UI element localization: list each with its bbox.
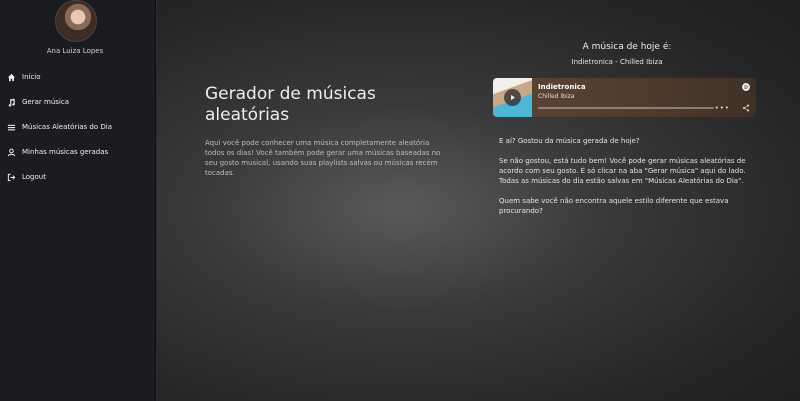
spotify-player[interactable]: Indietronica Chilled Ibiza ••• xyxy=(493,78,756,117)
sidebar-item-minhas-musicas[interactable]: Minhas músicas geradas xyxy=(0,145,156,159)
more-options-icon[interactable]: ••• xyxy=(715,104,730,112)
today-label: A música de hoje é: xyxy=(582,42,672,52)
user-icon xyxy=(6,147,16,157)
main-content: Gerador de músicas aleatórias Aqui você … xyxy=(157,0,800,401)
sidebar-item-label: Início xyxy=(22,73,41,81)
today-track-name: Indietronica - Chilled Ibiza xyxy=(571,58,663,66)
avatar xyxy=(55,0,97,42)
page-title: Gerador de músicas aleatórias xyxy=(205,84,376,125)
sidebar-item-label: Minhas músicas geradas xyxy=(22,148,109,156)
page-description: Aqui você pode conhecer uma música compl… xyxy=(205,139,441,177)
sidebar-item-label: Gerar música xyxy=(22,98,69,106)
progress-bar[interactable] xyxy=(538,107,714,109)
sidebar-item-musicas-aleatorias[interactable]: Músicas Aleatórias do Dia xyxy=(0,120,156,134)
sidebar-item-label: Logout xyxy=(22,173,46,181)
info-paragraph: E aí? Gostou da música gerada de hoje? xyxy=(499,137,640,145)
music-note-icon xyxy=(6,97,16,107)
player-track-subtitle[interactable]: Chilled Ibiza xyxy=(538,93,574,100)
sidebar-item-logout[interactable]: Logout xyxy=(0,170,156,184)
info-paragraph: Todas as músicas do dia estão salvas em … xyxy=(499,177,744,185)
user-name: Ana Luiza Lopes xyxy=(46,47,104,55)
logout-icon xyxy=(6,172,16,182)
play-button[interactable] xyxy=(504,89,521,106)
info-paragraph: Se não gostou, está tudo bem! Você pode … xyxy=(499,157,746,175)
sidebar: Ana Luiza Lopes Início Gerar música Músi… xyxy=(0,0,156,401)
spotify-icon[interactable] xyxy=(742,83,750,91)
player-track-title[interactable]: Indietronica xyxy=(538,83,586,91)
info-paragraph: Quem sabe você não encontra aquele estil… xyxy=(499,197,729,215)
home-icon xyxy=(6,72,16,82)
info-text: E aí? Gostou da música gerada de hoje? S… xyxy=(499,136,759,226)
list-icon xyxy=(6,122,16,132)
sidebar-item-gerar-musica[interactable]: Gerar música xyxy=(0,95,156,109)
play-icon xyxy=(511,95,515,100)
share-icon[interactable] xyxy=(742,104,750,112)
sidebar-item-inicio[interactable]: Início xyxy=(0,70,156,84)
sidebar-item-label: Músicas Aleatórias do Dia xyxy=(22,123,112,131)
